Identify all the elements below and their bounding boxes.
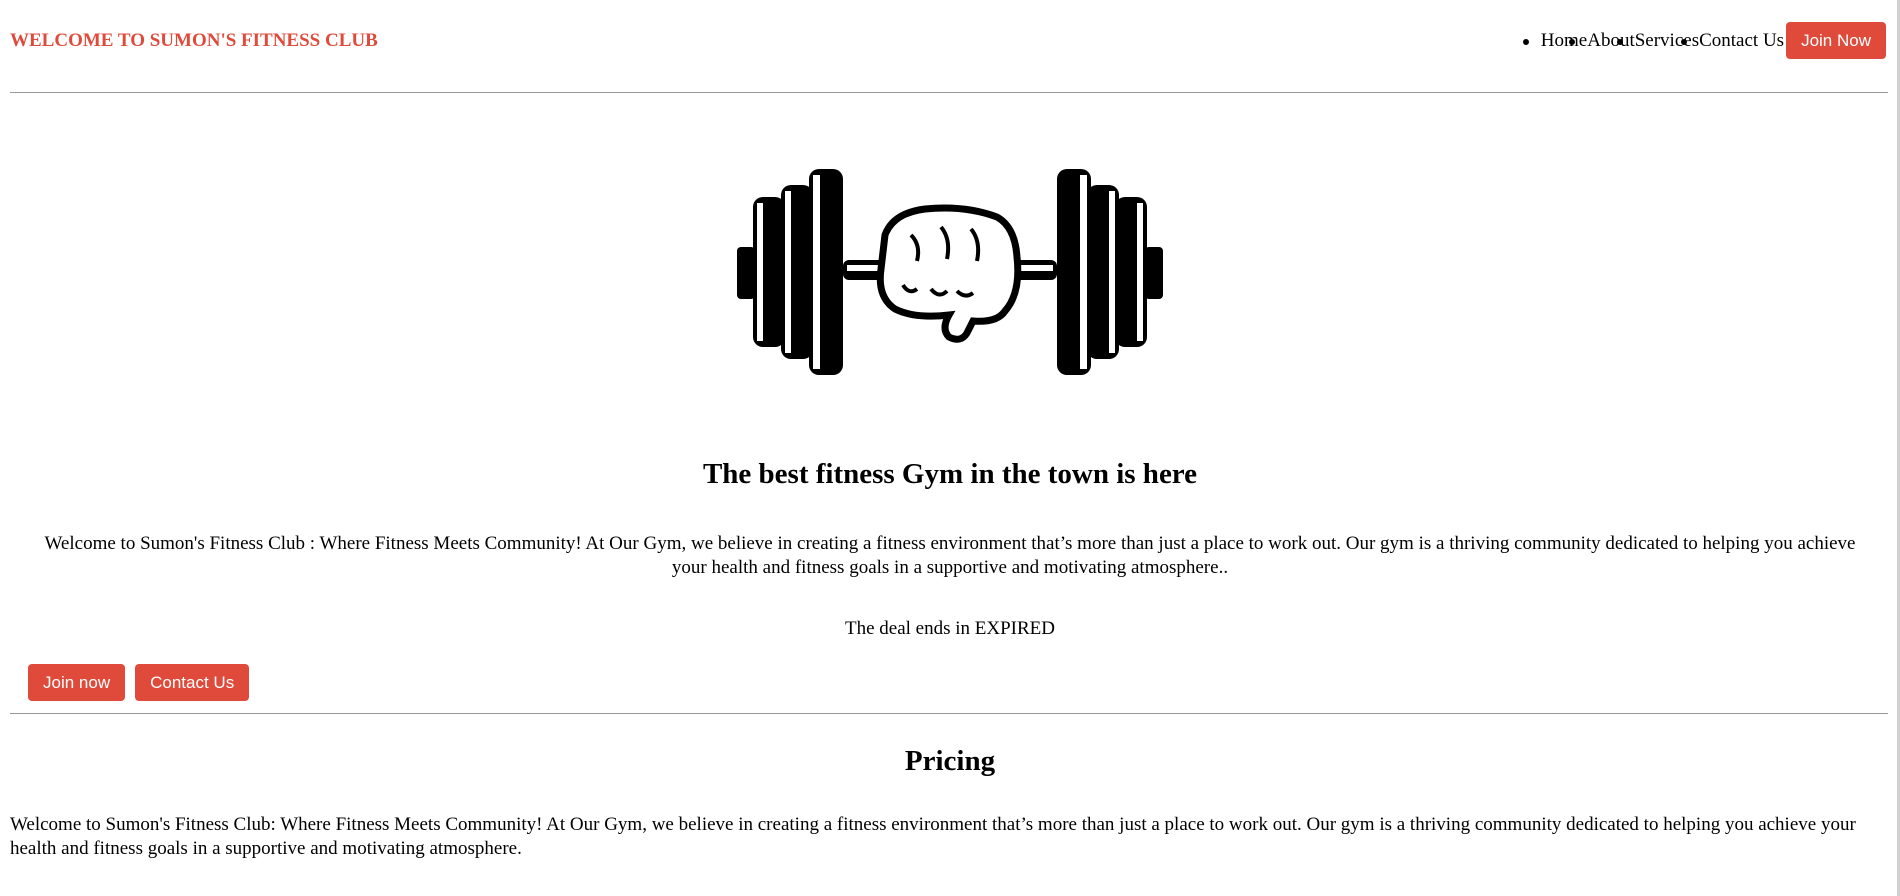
join-now-button[interactable]: Join Now <box>1786 22 1886 59</box>
nav-link-about[interactable]: About <box>1587 30 1635 51</box>
pricing-title: Pricing <box>904 745 996 777</box>
main-nav: Home About Services Contact Us Join Now <box>1522 22 1886 59</box>
nav-item-services[interactable]: Services <box>1616 30 1699 52</box>
pricing-description: Welcome to Sumon's Fitness Club: Where F… <box>10 814 1856 859</box>
nav-item-home[interactable]: Home <box>1522 30 1587 52</box>
hero-join-button[interactable]: Join now <box>28 664 126 701</box>
header-divider <box>10 92 1888 93</box>
hero-description: Welcome to Sumon's Fitness Club : Where … <box>44 533 1856 578</box>
brand-title: WELCOME TO SUMON'S FITNESS CLUB <box>10 30 378 51</box>
nav-list: Home About Services Contact Us <box>1522 30 1784 52</box>
section-divider <box>10 713 1888 714</box>
nav-link-contact[interactable]: Contact Us <box>1699 30 1784 51</box>
site-header: WELCOME TO SUMON'S FITNESS CLUB Home Abo… <box>10 0 1888 92</box>
nav-item-contact[interactable]: Contact Us <box>1681 30 1784 52</box>
dumbbell-fist-icon <box>737 169 1163 375</box>
nav-link-services[interactable]: Services <box>1635 30 1699 51</box>
hero-actions: Join now Contact Us <box>28 664 250 701</box>
deal-countdown: The deal ends in EXPIRED <box>844 618 1055 639</box>
hero-title: The best fitness Gym in the town is here <box>702 458 1198 490</box>
nav-item-about[interactable]: About <box>1569 30 1635 52</box>
hero-contact-button[interactable]: Contact Us <box>135 664 250 701</box>
page: WELCOME TO SUMON'S FITNESS CLUB Home Abo… <box>0 0 1900 896</box>
nav-link-home[interactable]: Home <box>1541 30 1587 51</box>
